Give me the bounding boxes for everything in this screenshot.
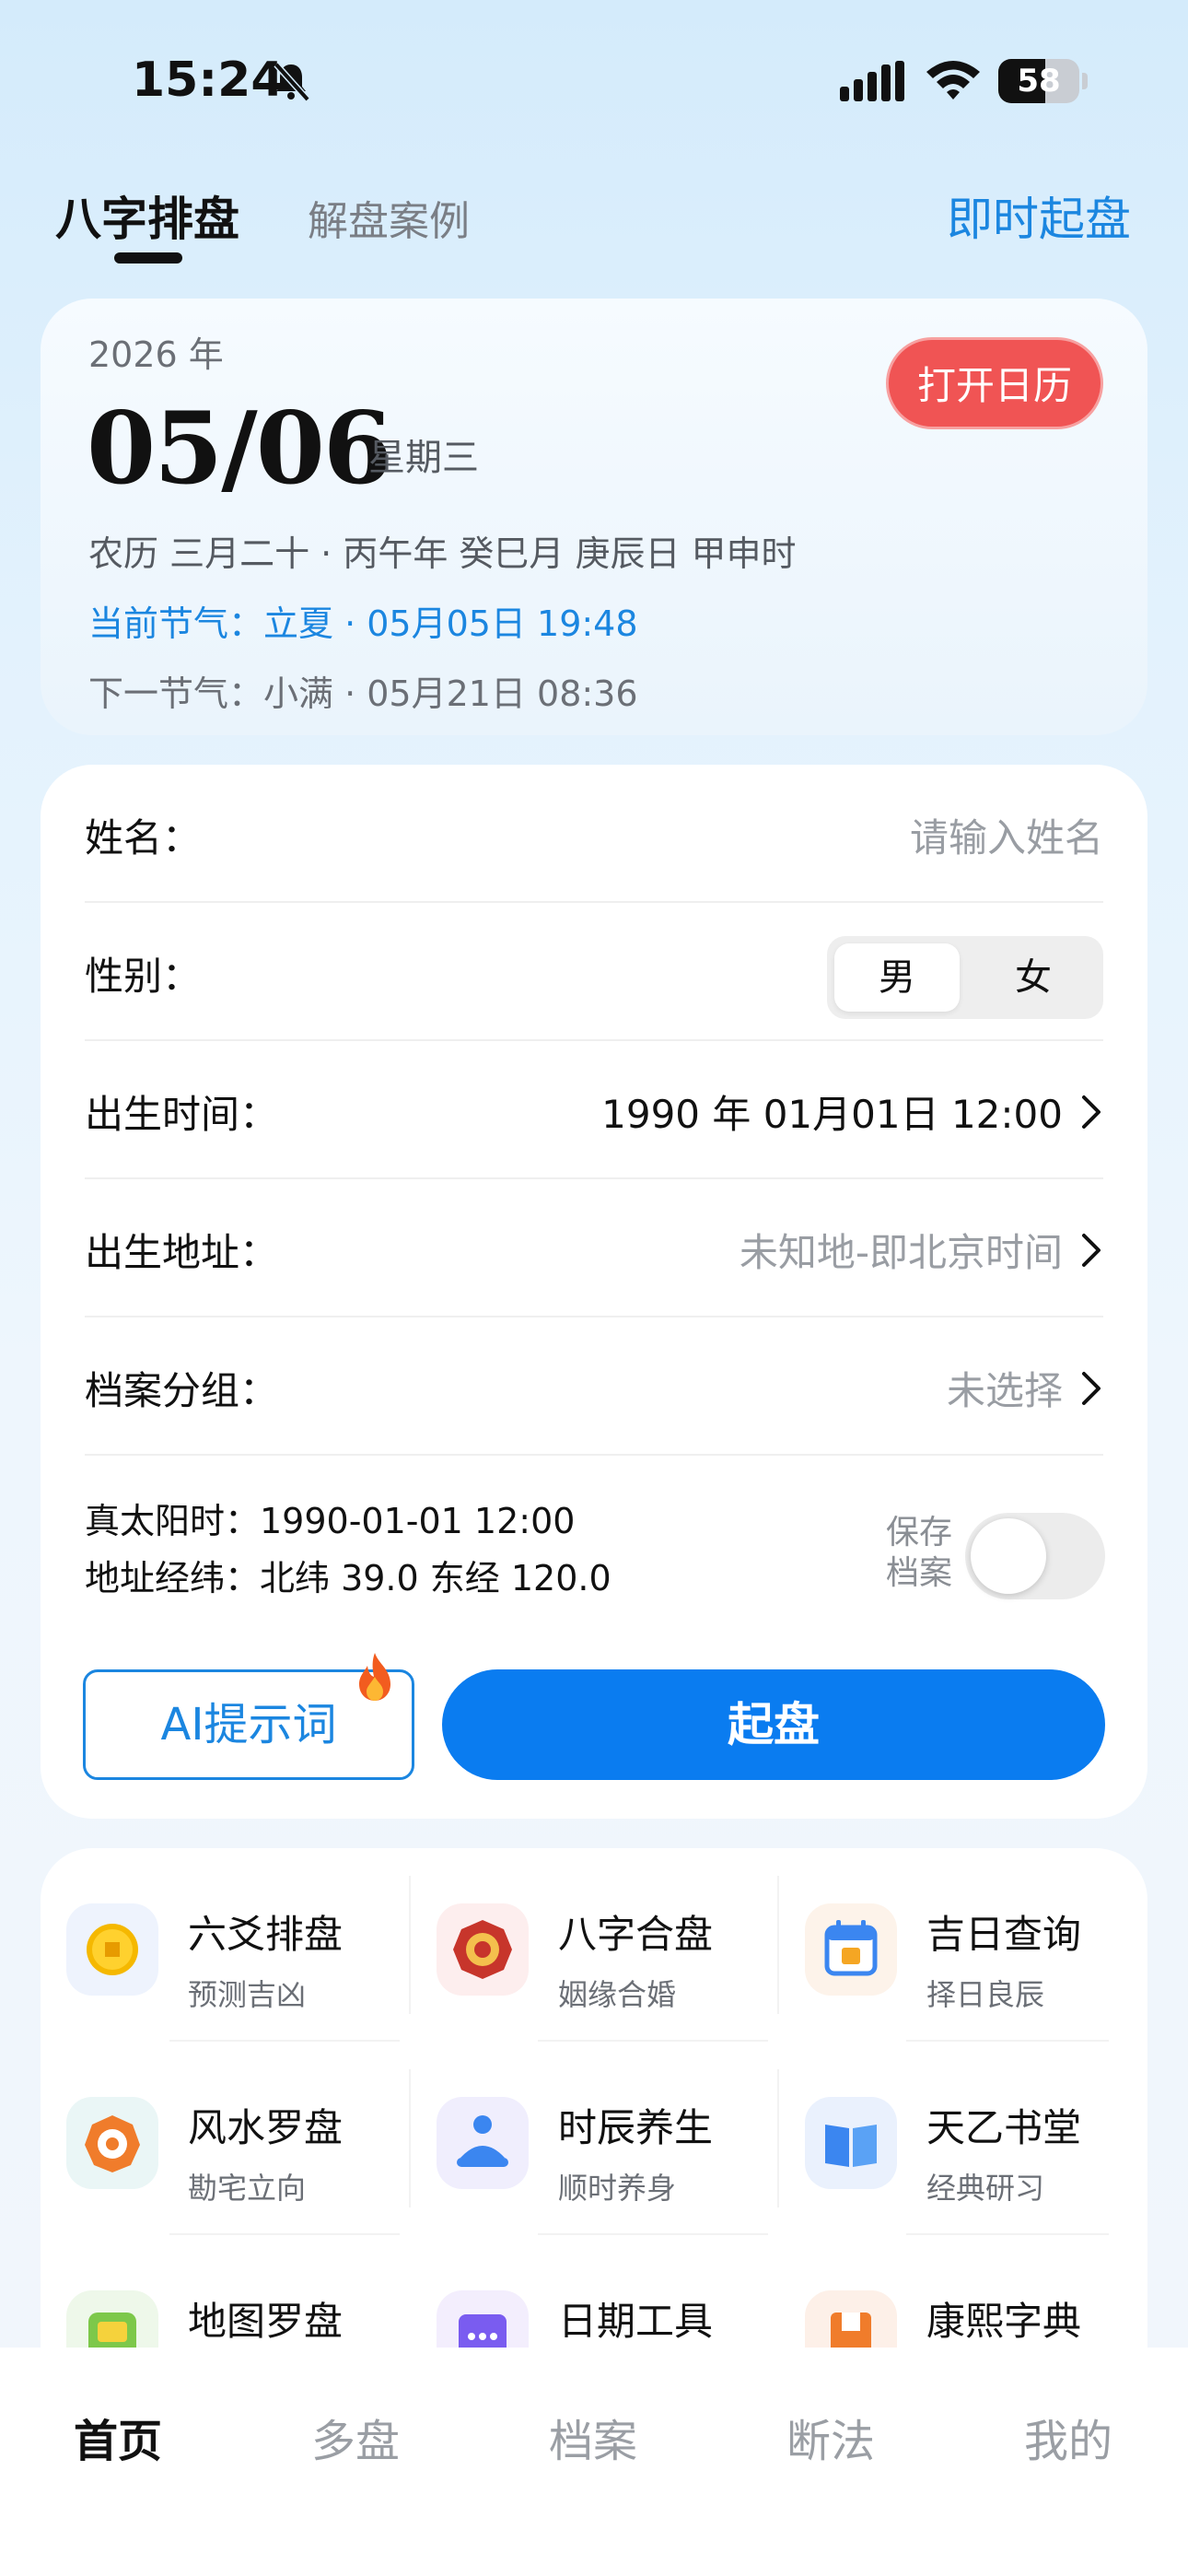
divider <box>538 2040 768 2042</box>
date-display: 05/06 <box>87 391 392 507</box>
divider <box>409 2069 411 2207</box>
tab-jiepan-anli[interactable]: 解盘案例 <box>308 188 470 247</box>
next-solar-term: 下一节气：小满 · 05月21日 08:36 <box>88 673 638 714</box>
tool-subtitle: 预测吉凶 <box>188 1977 307 2012</box>
calendar-icon <box>824 1920 878 1976</box>
tool-name: 风水罗盘 <box>188 2105 344 2150</box>
group-value: 未选择 <box>946 1368 1063 1413</box>
book-icon <box>825 2125 877 2167</box>
battery-icon: 58 <box>998 59 1088 103</box>
save-archive-label: 保存 档案 <box>885 1514 952 1592</box>
birth-time-label: 出生时间： <box>85 1092 279 1137</box>
tool-subtitle: 姻缘合婚 <box>558 1977 677 2012</box>
wifi-icon <box>926 61 980 100</box>
nav-multi-chart[interactable]: 多盘 <box>273 2405 438 2469</box>
divider <box>777 2069 779 2207</box>
divider <box>906 2233 1109 2235</box>
tab-bazi-paipan[interactable]: 八字排盘 <box>55 182 239 249</box>
name-label: 姓名： <box>85 815 202 861</box>
meditation-icon <box>457 2115 508 2167</box>
tool-bazi-hepan[interactable]: 八字合盘 姻缘合婚 <box>411 1848 779 2042</box>
divider <box>409 1876 411 2014</box>
birth-place-value: 未知地-即北京时间 <box>739 1230 1063 1275</box>
status-time: 15:24 <box>132 53 285 108</box>
tool-name: 天乙书堂 <box>926 2105 1082 2150</box>
bell-muted-icon <box>274 62 310 102</box>
chevron-right-icon <box>1082 1371 1101 1405</box>
bagua-icon <box>453 1920 512 1979</box>
tool-name: 康熙字典 <box>926 2299 1082 2344</box>
tool-name: 六爻排盘 <box>188 1912 344 1957</box>
divider <box>169 2233 400 2235</box>
birth-place-label: 出生地址： <box>85 1230 279 1275</box>
tool-name: 八字合盘 <box>558 1912 714 1957</box>
birth-time-row[interactable]: 出生时间： 1990 年 01月01日 12:00 <box>85 1041 1103 1179</box>
gender-female-option[interactable]: 女 <box>971 943 1096 1012</box>
tool-subtitle: 择日良辰 <box>926 1977 1045 2012</box>
tab-active-indicator <box>114 252 182 263</box>
nav-mine[interactable]: 我的 <box>985 2405 1151 2469</box>
birth-info-form: 姓名： 请输入姓名 性别： 男 女 出生时间： 1990 年 01月01日 12… <box>41 765 1147 1819</box>
divider <box>906 2040 1109 2042</box>
tool-subtitle: 勘宅立向 <box>188 2171 307 2206</box>
group-label: 档案分组： <box>85 1368 279 1413</box>
qipan-button[interactable]: 起盘 <box>442 1669 1105 1780</box>
tool-name: 地图罗盘 <box>188 2299 344 2344</box>
divider <box>538 2233 768 2235</box>
tool-fengshui-compass[interactable]: 风水罗盘 勘宅立向 <box>41 2042 409 2235</box>
gender-male-option[interactable]: 男 <box>834 943 960 1012</box>
compass-icon <box>85 2115 140 2172</box>
solar-time-info: 真太阳时：1990-01-01 12:00 地址经纬：北纬 39.0 东经 12… <box>85 1493 611 1607</box>
weekday-label: 星期三 <box>368 437 479 479</box>
tool-name: 吉日查询 <box>926 1912 1082 1957</box>
toggle-knob <box>971 1518 1046 1594</box>
birth-place-row[interactable]: 出生地址： 未知地-即北京时间 <box>85 1179 1103 1317</box>
nav-archive[interactable]: 档案 <box>510 2405 676 2469</box>
save-archive-toggle[interactable] <box>965 1513 1105 1599</box>
gender-label: 性别： <box>85 954 202 999</box>
bottom-navigation: 首页 多盘 档案 断法 我的 <box>0 2348 1188 2576</box>
fire-icon <box>359 1653 390 1701</box>
nav-home[interactable]: 首页 <box>35 2405 201 2469</box>
tool-subtitle: 顺时养身 <box>558 2171 677 2206</box>
tool-liuyao[interactable]: 六爻排盘 预测吉凶 <box>41 1848 409 2042</box>
current-solar-term: 当前节气：立夏 · 05月05日 19:48 <box>88 603 638 644</box>
group-row[interactable]: 档案分组： 未选择 <box>85 1317 1103 1456</box>
year-label: 2026 年 <box>88 334 224 375</box>
lunar-date: 农历 三月二十 · 丙午年 癸巳月 庚辰日 甲申时 <box>88 533 797 574</box>
open-calendar-button[interactable]: 打开日历 <box>886 337 1103 429</box>
tool-name: 时辰养生 <box>558 2105 714 2150</box>
gender-row: 性别： 男 女 <box>85 903 1103 1041</box>
battery-level: 58 <box>1017 63 1061 100</box>
status-bar: 15:24 58 <box>0 0 1188 161</box>
instant-qipan-link[interactable]: 即时起盘 <box>947 182 1131 249</box>
coin-icon <box>87 1924 138 1975</box>
tool-tianyi-shutang[interactable]: 天乙书堂 经典研习 <box>779 2042 1147 2235</box>
tool-shichen-yangsheng[interactable]: 时辰养生 顺时养身 <box>411 2042 779 2235</box>
cellular-signal-icon <box>840 61 904 101</box>
divider <box>169 2040 400 2042</box>
nav-methods[interactable]: 断法 <box>748 2405 914 2469</box>
chevron-right-icon <box>1082 1095 1101 1129</box>
top-tabs: 八字排盘 解盘案例 即时起盘 <box>0 175 1188 276</box>
tool-subtitle: 经典研习 <box>926 2171 1045 2206</box>
divider <box>777 1876 779 2014</box>
coordinates: 地址经纬：北纬 39.0 东经 120.0 <box>85 1558 611 1598</box>
tool-jiri-query[interactable]: 吉日查询 择日良辰 <box>779 1848 1147 2042</box>
chevron-right-icon <box>1082 1233 1101 1267</box>
birth-time-value: 1990 年 01月01日 12:00 <box>601 1092 1063 1137</box>
gender-segmented-control: 男 女 <box>827 936 1103 1019</box>
true-solar-time: 真太阳时：1990-01-01 12:00 <box>85 1501 576 1541</box>
tool-name: 日期工具 <box>558 2299 714 2344</box>
date-card: 2026 年 05/06 星期三 打开日历 农历 三月二十 · 丙午年 癸巳月 … <box>41 299 1147 735</box>
name-row[interactable]: 姓名： 请输入姓名 <box>85 765 1103 903</box>
name-input[interactable]: 请输入姓名 <box>910 807 1103 863</box>
